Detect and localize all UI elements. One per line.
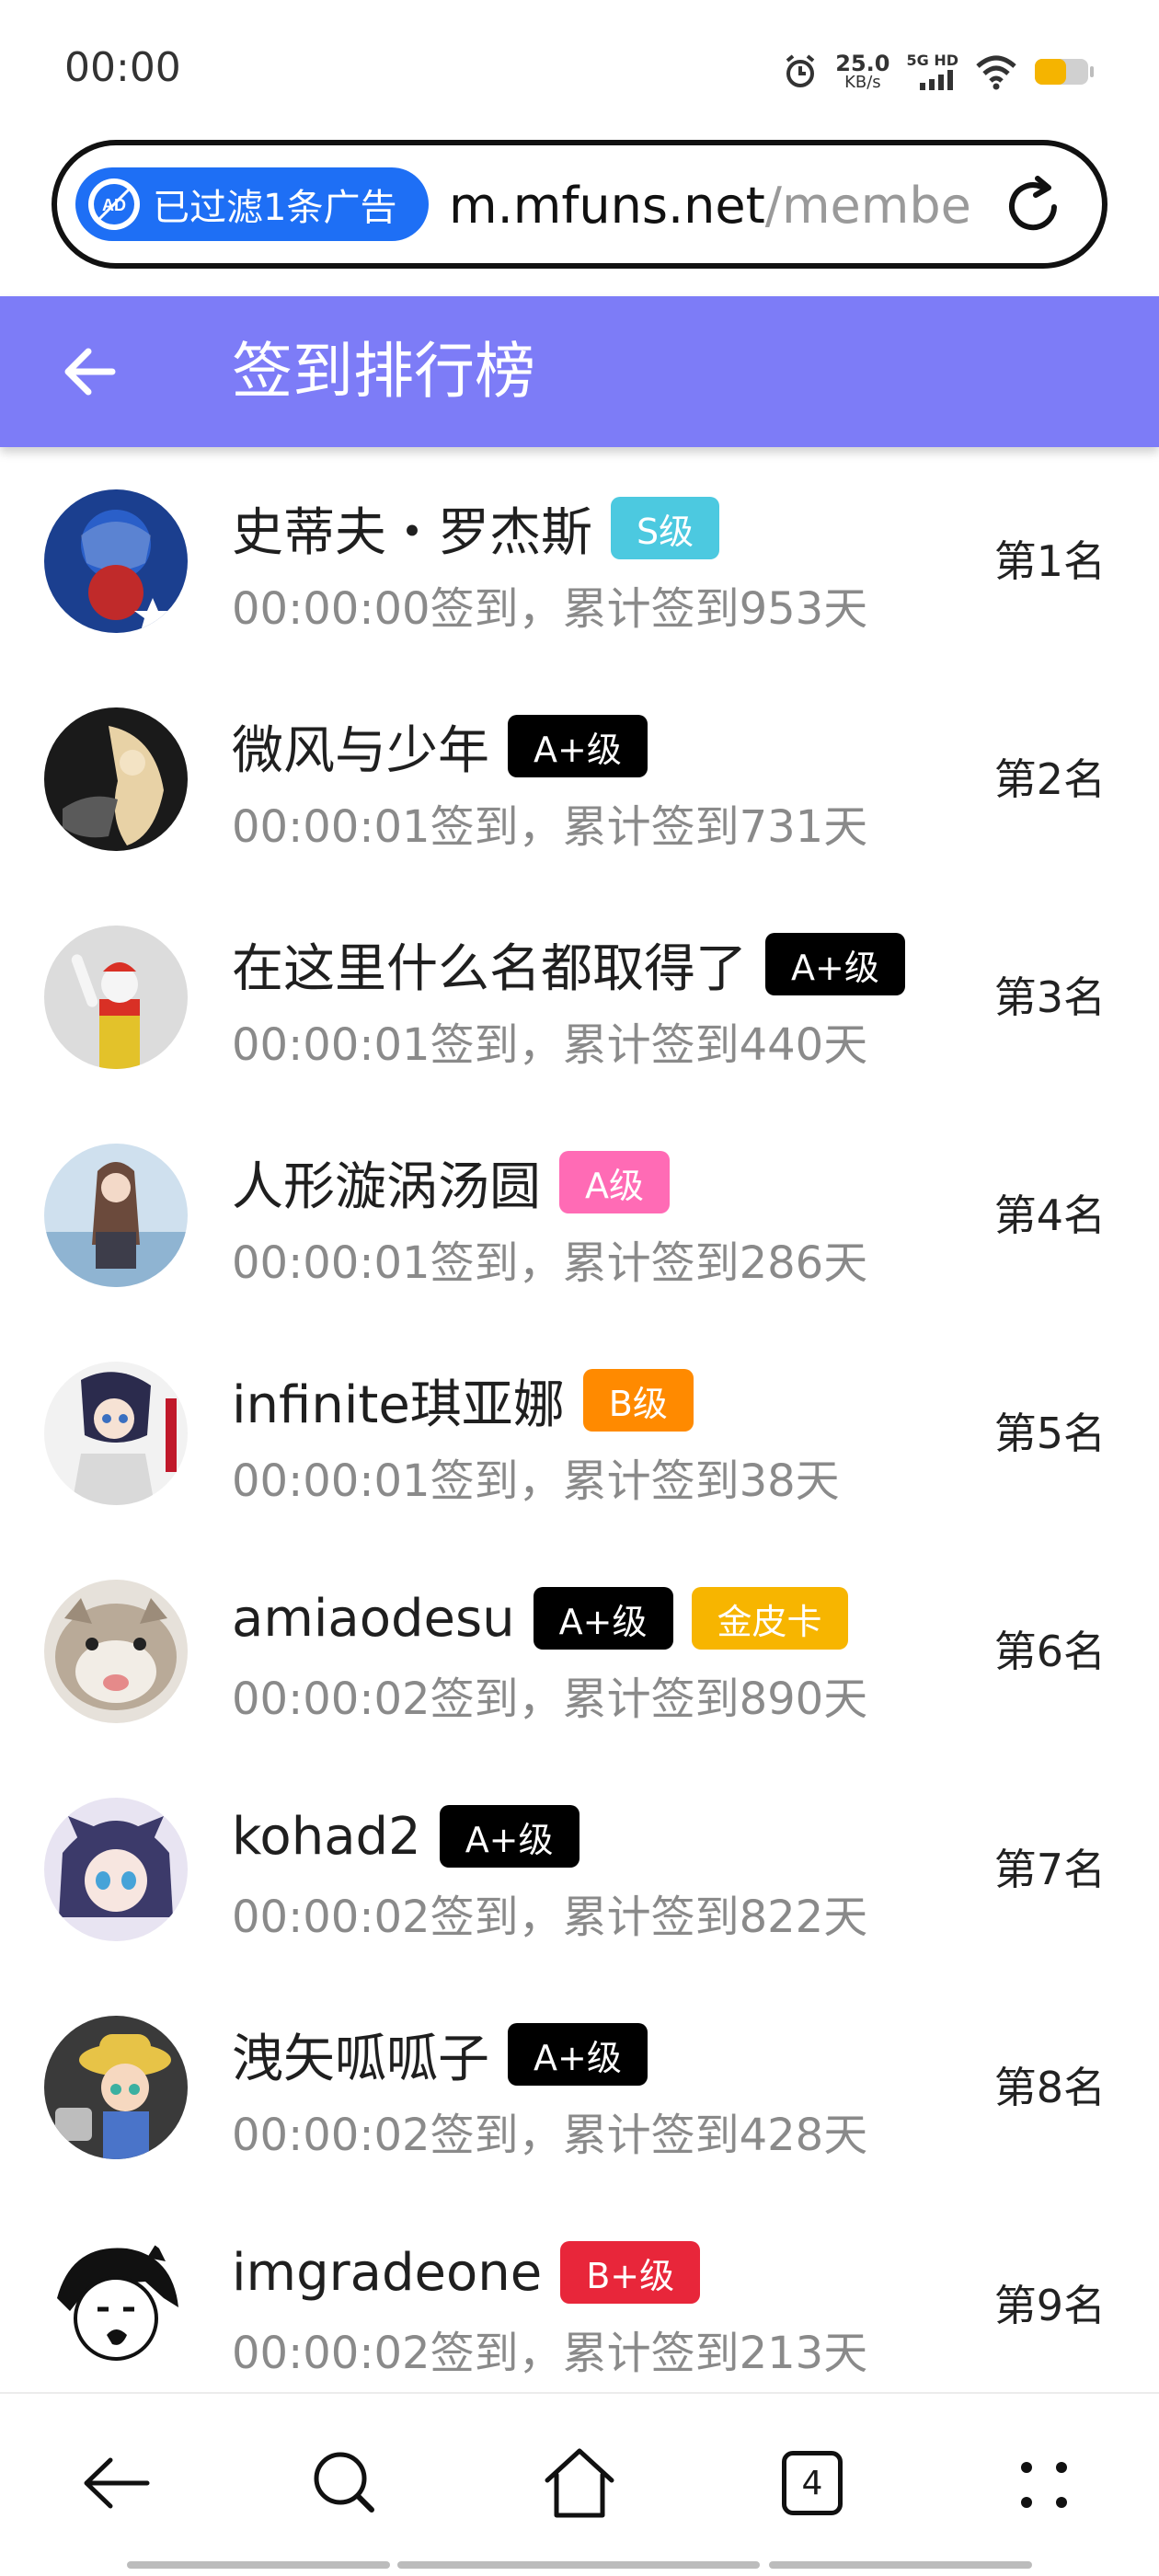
user-name-line: imgradeone B+级	[232, 2236, 701, 2309]
user-name[interactable]: 人形漩涡汤圆	[232, 1145, 541, 1220]
checkin-detail: 00:00:00签到，累计签到953天	[232, 583, 868, 635]
address-bar[interactable]: AD 已过滤1条广告 m.mfuns.net/membe	[52, 140, 1107, 269]
user-name[interactable]: kohad2	[232, 1807, 421, 1867]
level-badge: A+级	[439, 1805, 580, 1868]
level-badge: S级	[611, 497, 720, 559]
rank-label: 第4名	[993, 1190, 1106, 1240]
rank-label: 第8名	[993, 2063, 1106, 2112]
user-name[interactable]: 洩矢呱呱子	[232, 2018, 489, 2092]
wifi-icon	[976, 55, 1016, 90]
url-domain: m.mfuns.net	[449, 177, 765, 235]
checkin-detail: 00:00:01签到，累计签到38天	[232, 1455, 840, 1507]
checkin-detail: 00:00:01签到，累计签到731天	[232, 801, 868, 853]
user-name-line: 微风与少年 A+级	[232, 709, 648, 783]
network-label: 5G HD	[906, 52, 958, 69]
user-name[interactable]: 微风与少年	[232, 709, 489, 784]
level-badge: A级	[559, 1151, 670, 1213]
checkin-detail: 00:00:02签到，累计签到428天	[232, 2110, 868, 2161]
gesture-bar-left	[127, 2561, 390, 2569]
user-name[interactable]: 在这里什么名都取得了	[232, 927, 747, 1002]
rank-label: 第3名	[993, 972, 1106, 1022]
avatar[interactable]	[44, 1362, 188, 1505]
rank-label: 第9名	[993, 2281, 1106, 2330]
status-icons: 25.0 KB/s 5G HD	[782, 44, 1095, 99]
ranking-row[interactable]: infinite琪亚娜 B级 00:00:01签到，累计签到38天 第5名	[0, 1321, 1159, 1539]
page-title: 签到排行榜	[232, 336, 535, 407]
home-icon[interactable]	[538, 2442, 621, 2524]
avatar[interactable]	[44, 2234, 188, 2377]
level-badge: A+级	[508, 2023, 648, 2086]
avatar[interactable]	[44, 707, 188, 851]
reload-icon[interactable]	[1001, 175, 1065, 239]
ad-block-icon: AD	[88, 178, 140, 230]
checkin-detail: 00:00:02签到，累计签到890天	[232, 1673, 868, 1725]
tabs-icon[interactable]: 4	[769, 2442, 852, 2524]
user-name-line: amiaodesu A+级 金皮卡	[232, 1581, 848, 1655]
level-badge: B+级	[560, 2241, 701, 2304]
status-time: 00:00	[64, 44, 181, 91]
user-name-line: infinite琪亚娜 B级	[232, 1363, 694, 1437]
net-speed-unit: KB/s	[844, 73, 881, 92]
user-name[interactable]: infinite琪亚娜	[232, 1363, 565, 1438]
ad-filter-label: 已过滤1条广告	[153, 187, 397, 229]
checkin-detail: 00:00:02签到，累计签到822天	[232, 1892, 868, 1943]
app-header: 签到排行榜	[0, 296, 1159, 447]
avatar[interactable]	[44, 1144, 188, 1287]
status-bar: 00:00 25.0 KB/s 5G HD	[0, 0, 1159, 138]
level-badge: A+级	[533, 1587, 673, 1650]
user-name-line: 人形漩涡汤圆 A级	[232, 1145, 670, 1219]
url-path: /membe	[764, 177, 971, 235]
menu-icon[interactable]	[1003, 2442, 1085, 2524]
rank-label: 第5名	[993, 1409, 1106, 1458]
user-name[interactable]: amiaodesu	[232, 1589, 515, 1649]
user-name-line: 在这里什么名都取得了 A+级	[232, 927, 905, 1001]
ranking-row[interactable]: 人形漩涡汤圆 A级 00:00:01签到，累计签到286天 第4名	[0, 1103, 1159, 1321]
ranking-row[interactable]: 史蒂夫・罗杰斯 S级 00:00:00签到，累计签到953天 第1名	[0, 449, 1159, 667]
ranking-row[interactable]: 在这里什么名都取得了 A+级 00:00:01签到，累计签到440天 第3名	[0, 885, 1159, 1103]
user-name-line: 洩矢呱呱子 A+级	[232, 2018, 648, 2091]
ranking-row[interactable]: 微风与少年 A+级 00:00:01签到，累计签到731天 第2名	[0, 667, 1159, 885]
user-name-line: 史蒂夫・罗杰斯 S级	[232, 491, 720, 566]
level-badge: A+级	[765, 933, 905, 995]
user-name[interactable]: imgradeone	[232, 2243, 542, 2303]
browser-bottom-nav: 4	[0, 2392, 1159, 2576]
checkin-detail: 00:00:01签到，累计签到440天	[232, 1019, 868, 1071]
ranking-row[interactable]: imgradeone B+级 00:00:02签到，累计签到213天 第9名	[0, 2193, 1159, 2411]
search-icon[interactable]	[304, 2442, 386, 2524]
avatar[interactable]	[44, 489, 188, 633]
net-speed: 25.0 KB/s	[835, 52, 889, 91]
avatar[interactable]	[44, 1798, 188, 1941]
checkin-detail: 00:00:02签到，累计签到213天	[232, 2328, 868, 2379]
battery-icon	[1035, 59, 1094, 85]
gesture-bar-center	[397, 2561, 760, 2569]
level-badge: B级	[582, 1369, 694, 1432]
user-name-line: kohad2 A+级	[232, 1800, 580, 1873]
checkin-detail: 00:00:01签到，累计签到286天	[232, 1237, 868, 1289]
net-speed-value: 25.0	[835, 51, 890, 76]
rank-label: 第2名	[993, 754, 1106, 804]
url-field[interactable]: m.mfuns.net/membe	[449, 169, 1010, 243]
avatar[interactable]	[44, 926, 188, 1069]
rank-label: 第6名	[993, 1627, 1106, 1676]
signal-icon	[920, 70, 953, 90]
rank-label: 第7名	[993, 1845, 1106, 1894]
avatar[interactable]	[44, 1580, 188, 1723]
ranking-row[interactable]: kohad2 A+级 00:00:02签到，累计签到822天 第7名	[0, 1757, 1159, 1975]
ranking-row[interactable]: amiaodesu A+级 金皮卡 00:00:02签到，累计签到890天 第6…	[0, 1539, 1159, 1757]
ad-filter-pill[interactable]: AD 已过滤1条广告	[75, 167, 429, 241]
user-name[interactable]: 史蒂夫・罗杰斯	[232, 491, 592, 566]
back-icon[interactable]	[75, 2442, 158, 2524]
avatar[interactable]	[44, 2016, 188, 2159]
gesture-bar-right	[769, 2561, 1032, 2569]
gold-card-badge: 金皮卡	[691, 1587, 848, 1650]
rank-label: 第1名	[993, 536, 1106, 586]
alarm-icon	[786, 54, 815, 87]
ranking-list: 史蒂夫・罗杰斯 S级 00:00:00签到，累计签到953天 第1名 微风与少年…	[0, 449, 1159, 2411]
back-arrow-icon[interactable]	[55, 337, 125, 407]
tab-count: 4	[782, 2451, 843, 2515]
level-badge: A+级	[508, 715, 648, 777]
ranking-row[interactable]: 洩矢呱呱子 A+级 00:00:02签到，累计签到428天 第8名	[0, 1975, 1159, 2193]
